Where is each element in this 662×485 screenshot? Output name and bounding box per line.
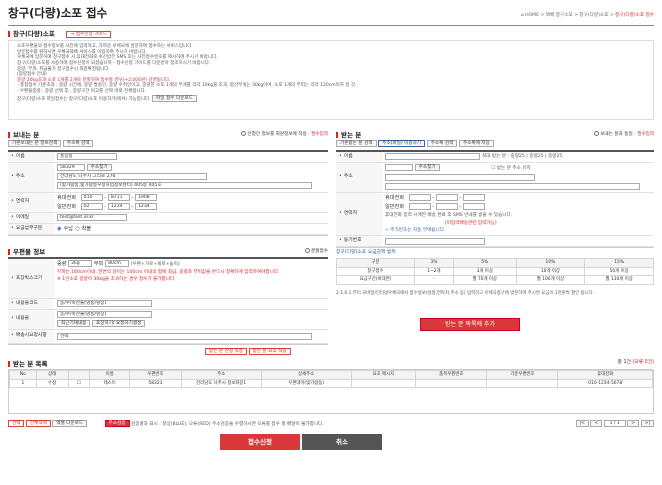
receiver-list-table: No 상태 이름 우편번호 주소 상세주소 요호 메시지 품목우편번호 기준우편번호 휴대전화 1… — [8, 369, 654, 414]
sender-name-input[interactable]: 홍길동 — [57, 153, 117, 161]
receiver-save-button[interactable]: 주소록에 저장 — [458, 140, 494, 147]
delete-all-button[interactable]: 전체삭제 — [25, 420, 51, 427]
radio-cod[interactable]: ○ — [75, 226, 80, 233]
address-verify-button[interactable]: 주소검증 — [104, 420, 130, 427]
list-heading: 받는 분 목록 — [8, 360, 47, 368]
sender-zip-button[interactable]: 주소찾기 — [86, 163, 112, 171]
sender-zip-input[interactable]: 58329 — [57, 163, 85, 171]
parcel-form: 포장박스크기 중량 2kg 부피 80cm (우편+가로+세로+높이) 부피는 … — [8, 257, 328, 345]
receiver-heading: 받는 분 — [336, 131, 361, 139]
reapply-receiver-button[interactable]: 받는 분 요후 적용 — [248, 348, 291, 355]
sender-addr1-input[interactable]: 전라남도 나주시 그리로 276 — [57, 173, 207, 181]
sender-history-button[interactable]: 기존보내는 분 정보검색 — [8, 140, 62, 147]
next-page-button[interactable]: > — [627, 420, 640, 427]
receiver-file-button[interactable]: 주소(파일) 이용하기 — [378, 140, 426, 147]
content-input[interactable]: 농/수/축산물(냉동/냉장) — [57, 310, 152, 318]
submit-button[interactable]: 접수신청 — [220, 434, 300, 450]
sender-form: 이름홍길동 주소 58329 주소찾기 전라남도 나주시 그리로 276 (빛가… — [8, 150, 328, 236]
receiver-form: 이름최대 받는 분 : 중량25 | 중량25 | 중량25 주소 주소찾기 ☐… — [336, 150, 654, 249]
split-checkbox[interactable] — [304, 248, 310, 253]
last-page-button[interactable]: >| — [640, 420, 654, 427]
table-row[interactable]: 1 수정 ☐ 테스트 58323 전라남도 나주시 정보화길1 우편데이(빛가람동) 010-… — [9, 378, 653, 388]
fee-table: 구분 3% 5% 10% 15% 창구접수 1~2개 3개 이상 10개 이상 50개 이상 요… — [336, 258, 654, 296]
guide-box: 소포우편물의 접수정보를 사전에 입력하고, 가까운 우체국에 방문하여 접수하… — [8, 40, 654, 120]
recent-content-button[interactable]: 최근기재내용 — [57, 319, 91, 327]
file-download-button[interactable]: 파일 접수 다운로드 — [152, 94, 197, 102]
delivery-request-select[interactable]: 선택 — [57, 332, 312, 340]
breadcrumb: ⌂ HOME > 택배 창구소포 > 창구(다량)소포 > 창구(다량)소포 접… — [520, 13, 654, 18]
excel-download-button[interactable]: 엑셀 다운로드 — [52, 420, 88, 427]
apply-member-checkbox[interactable] — [240, 131, 246, 136]
radio-collect[interactable]: ◉ — [57, 226, 62, 233]
sender-addressbook-button[interactable]: 주소록 검색 — [62, 140, 94, 147]
receiver-history-button[interactable]: 기존받는 분 검색 — [336, 140, 377, 147]
cancel-button[interactable]: 취소 — [302, 434, 382, 450]
pack-request-button[interactable]: 포장하기/ 요청하기생성 — [92, 319, 146, 327]
prev-page-button[interactable]: < — [590, 420, 603, 427]
receiver-memo-input[interactable] — [385, 237, 485, 245]
select-delete-button[interactable]: 선택 — [8, 420, 25, 427]
receiver-addressbook-button[interactable]: 주소록 검색 — [426, 140, 458, 147]
receiver-zip-input[interactable] — [385, 163, 413, 171]
same-as-sender-checkbox[interactable] — [593, 131, 599, 136]
fee-title: 창구(다량)소포 요금감액 범위 — [336, 250, 396, 255]
guide-button[interactable]: → 접수신청 가이드 — [66, 31, 111, 38]
sender-heading: 보내는 분 — [8, 131, 39, 139]
page-indicator[interactable]: 1 / 1 — [603, 420, 626, 427]
guide-heading: 창구(다량)소포 — [8, 30, 55, 38]
sender-email-input[interactable]: test@test.or.kr — [57, 214, 127, 222]
receiver-addr2-input[interactable] — [385, 182, 640, 190]
first-page-button[interactable]: |< — [575, 420, 589, 427]
sender-addr2-input[interactable]: (빛가람동,빛가람동우정사업정보센터) 405동 405호 — [57, 182, 312, 190]
content-code-select[interactable]: 농/수/축산물(냉동/냉장) — [57, 300, 152, 308]
receiver-addr1-input[interactable] — [385, 173, 535, 181]
apply-receiver-button[interactable]: 받는 분 산정 적용 — [205, 348, 247, 355]
receiver-zip-button[interactable]: 주소찾기 — [414, 163, 440, 171]
page-title: 창구(다량)소포 접수 — [8, 6, 108, 20]
parcel-heading: 우편물 정보 — [8, 248, 45, 256]
receiver-name-input[interactable] — [385, 153, 480, 161]
add-to-list-button[interactable]: 받는 분 목록에 추가 — [420, 318, 520, 331]
